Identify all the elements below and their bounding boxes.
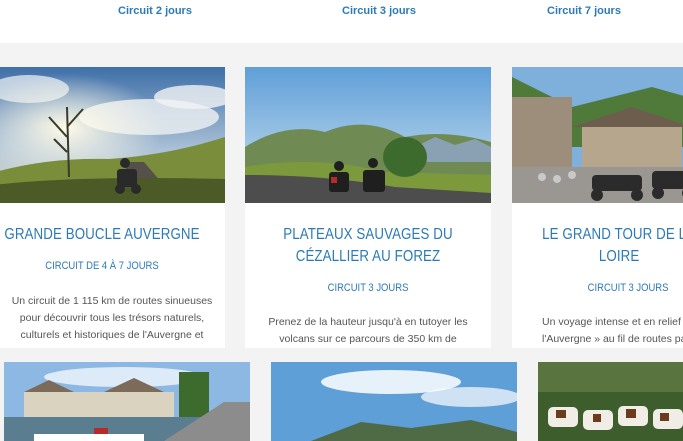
circuit-card-photo-castle[interactable]	[4, 362, 250, 441]
circuit-card[interactable]: PLATEAUX SAUVAGES DU CÉZALLIER AU FOREZ …	[245, 67, 491, 348]
card-description: Prenez de la hauteur jusqu'à en tutoyer …	[245, 314, 491, 348]
link-circuit-2-jours[interactable]: Circuit 2 jours	[118, 5, 192, 17]
desc-line: ...	[9, 344, 215, 348]
card-photo-lake-mountains[interactable]	[245, 67, 491, 203]
card-title-line[interactable]: LE GRAND TOUR DE LA HAUTE-	[542, 224, 683, 246]
desc-line: culturels et historiques de l'Auvergne e…	[20, 329, 204, 341]
desc-line: Un circuit de 1 115 km de routes sinueus…	[11, 295, 213, 307]
card-description: Un voyage intense et en relief du Puy-en…	[512, 314, 683, 348]
page: Circuit 2 jours Circuit 3 jours Circuit …	[0, 0, 683, 441]
card-subtitle: CIRCUIT 3 JOURS	[587, 282, 669, 294]
card-subtitle: CIRCUIT 3 JOURS	[327, 282, 409, 294]
card-title[interactable]: PLATEAUX SAUVAGES DU CÉZALLIER AU FOREZ	[262, 224, 474, 268]
link-circuit-3-jours[interactable]: Circuit 3 jours	[342, 5, 416, 17]
card-photo-village-cafe[interactable]	[512, 67, 683, 203]
desc-line: Un voyage intense et en relief du Puy-en…	[542, 316, 683, 328]
card-photo-sunset-road[interactable]	[0, 67, 225, 203]
circuit-card-photo-sky[interactable]	[271, 362, 517, 441]
card-title[interactable]: GRANDE BOUCLE AUVERGNE	[0, 224, 208, 246]
circuit-card[interactable]: GRANDE BOUCLE AUVERGNE CIRCUIT DE 4 À 7 …	[0, 67, 225, 348]
card-title-line[interactable]: LOIRE	[542, 246, 683, 268]
circuit-card-photo-cows[interactable]	[538, 362, 683, 441]
desc-line: l'Auvergne » au fil de routes par	[542, 333, 683, 345]
card-description: Un circuit de 1 115 km de routes sinueus…	[0, 293, 225, 348]
card-title-line[interactable]: PLATEAUX SAUVAGES DU	[262, 224, 474, 246]
desc-line: pour découvrir tous les trésors naturels…	[19, 312, 205, 324]
card-subtitle: CIRCUIT DE 4 À 7 JOURS	[45, 260, 159, 272]
link-circuit-7-jours[interactable]: Circuit 7 jours	[547, 5, 621, 17]
card-title-line[interactable]: CÉZALLIER AU FOREZ	[262, 246, 474, 268]
circuit-card[interactable]: LE GRAND TOUR DE LA HAUTE- LOIRE CIRCUIT…	[512, 67, 683, 348]
desc-line: volcans sur ce parcours de 350 km de	[279, 333, 457, 345]
card-title[interactable]: LE GRAND TOUR DE LA HAUTE- LOIRE	[512, 224, 683, 268]
desc-line: Prenez de la hauteur jusqu'à en tutoyer …	[268, 316, 468, 328]
previous-circuit-links: Circuit 2 jours Circuit 3 jours Circuit …	[0, 0, 683, 43]
